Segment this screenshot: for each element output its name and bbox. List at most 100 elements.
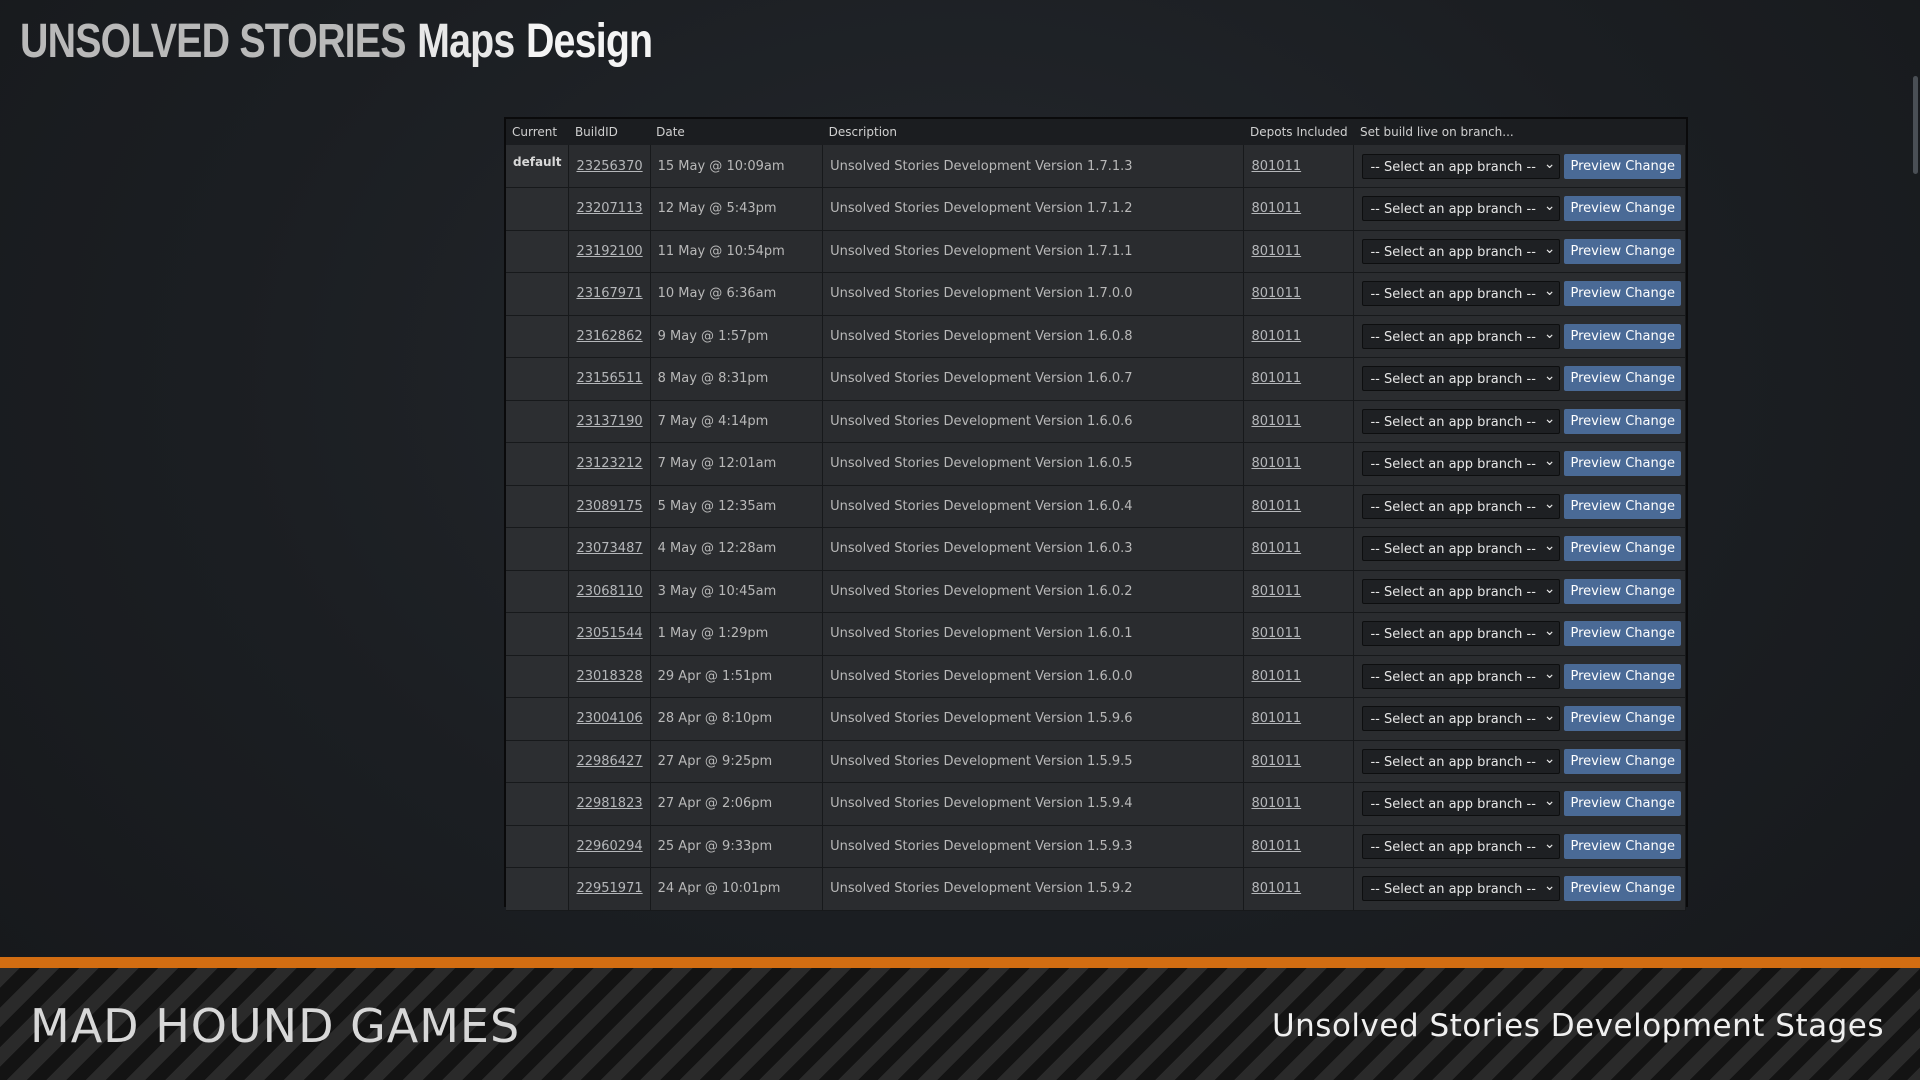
scrollbar-thumb[interactable]: [1913, 76, 1918, 174]
set-live-cell: -- Select an app branch -- ⌄ Preview Chang…: [1353, 272, 1686, 316]
branch-select[interactable]: -- Select an app branch -- ⌄: [1362, 281, 1561, 307]
chevron-down-icon: ⌄: [1543, 878, 1556, 895]
depot-cell: 801011: [1243, 740, 1355, 783]
footer-subtitle: Unsolved Stories Development Stages: [1271, 1008, 1884, 1044]
branch-select[interactable]: -- Select an app branch -- ⌄: [1362, 408, 1561, 434]
branch-select[interactable]: -- Select an app branch -- ⌄: [1362, 323, 1561, 349]
preview-change-button[interactable]: Preview Change: [1564, 408, 1681, 434]
branch-select[interactable]: -- Select an app branch -- ⌄: [1362, 578, 1561, 604]
description-cell: Unsolved Stories Development Version 1.5…: [822, 740, 1245, 783]
table-row: 22981823 27 Apr @ 2:06pm Unsolved Stories …: [506, 782, 1686, 826]
depot-cell: 801011: [1243, 527, 1355, 571]
table-row: 23207113 12 May @ 5:43pm Unsolved Stories …: [506, 187, 1686, 231]
build-id-link[interactable]: 22986427: [576, 754, 642, 769]
build-id-link[interactable]: 23073487: [576, 541, 642, 556]
preview-change-button[interactable]: Preview Change: [1564, 706, 1681, 732]
depot-link[interactable]: 801011: [1251, 669, 1301, 684]
branch-select[interactable]: -- Select an app branch -- ⌄: [1362, 791, 1561, 817]
preview-change-button[interactable]: Preview Change: [1564, 748, 1681, 774]
current-cell: [506, 867, 570, 911]
branch-select[interactable]: -- Select an app branch -- ⌄: [1362, 536, 1561, 562]
branch-select[interactable]: -- Select an app branch -- ⌄: [1362, 196, 1561, 222]
depot-link[interactable]: 801011: [1251, 584, 1301, 599]
branch-select[interactable]: -- Select an app branch -- ⌄: [1362, 748, 1561, 774]
build-id-link[interactable]: 23068110: [576, 584, 642, 599]
branch-select[interactable]: -- Select an app branch -- ⌄: [1362, 833, 1561, 859]
preview-change-button[interactable]: Preview Change: [1564, 196, 1681, 222]
preview-change-button[interactable]: Preview Change: [1564, 451, 1681, 477]
branch-select[interactable]: -- Select an app branch -- ⌄: [1362, 451, 1561, 477]
branch-select[interactable]: -- Select an app branch -- ⌄: [1362, 621, 1561, 647]
depot-link[interactable]: 801011: [1251, 881, 1301, 896]
table-row: 23137190 7 May @ 4:14pm Unsolved Stories D…: [506, 400, 1686, 443]
date-cell: 15 May @ 10:09am: [650, 145, 824, 188]
branch-select[interactable]: -- Select an app branch -- ⌄: [1362, 366, 1561, 392]
date-cell: 12 May @ 5:43pm: [650, 187, 824, 231]
depot-link[interactable]: 801011: [1251, 541, 1301, 556]
depot-link[interactable]: 801011: [1251, 286, 1301, 301]
depot-link[interactable]: 801011: [1251, 159, 1301, 174]
branch-select[interactable]: -- Select an app branch -- ⌄: [1362, 493, 1561, 519]
build-id-link[interactable]: 22981823: [576, 796, 642, 811]
depot-link[interactable]: 801011: [1251, 201, 1301, 216]
depot-link[interactable]: 801011: [1251, 329, 1301, 344]
build-id-link[interactable]: 23192100: [576, 244, 642, 259]
date-cell: 7 May @ 4:14pm: [650, 400, 824, 443]
preview-change-button[interactable]: Preview Change: [1564, 621, 1681, 647]
preview-change-button[interactable]: Preview Change: [1564, 366, 1681, 392]
depot-link[interactable]: 801011: [1251, 499, 1301, 514]
branch-select[interactable]: -- Select an app branch -- ⌄: [1362, 706, 1561, 732]
date-cell: 10 May @ 6:36am: [650, 272, 824, 316]
branch-select-value: -- Select an app branch --: [1370, 202, 1536, 218]
preview-change-button[interactable]: Preview Change: [1564, 578, 1681, 604]
build-id-link[interactable]: 23256370: [576, 159, 642, 174]
depot-link[interactable]: 801011: [1251, 626, 1301, 641]
depot-link[interactable]: 801011: [1251, 414, 1301, 429]
preview-change-button[interactable]: Preview Change: [1564, 153, 1681, 179]
branch-select[interactable]: -- Select an app branch -- ⌄: [1362, 876, 1561, 902]
preview-change-button[interactable]: Preview Change: [1564, 238, 1681, 264]
preview-change-button[interactable]: Preview Change: [1564, 536, 1681, 562]
branch-select[interactable]: -- Select an app branch -- ⌄: [1362, 153, 1561, 179]
build-id-link[interactable]: 23018328: [576, 669, 642, 684]
build-id-cell: 23073487: [568, 527, 651, 571]
preview-change-button[interactable]: Preview Change: [1564, 323, 1681, 349]
depot-link[interactable]: 801011: [1251, 839, 1301, 854]
title-maps: Maps: [417, 15, 515, 68]
build-id-link[interactable]: 22951971: [576, 881, 642, 896]
build-id-link[interactable]: 22960294: [576, 839, 642, 854]
build-id-link[interactable]: 23137190: [576, 414, 642, 429]
build-id-link[interactable]: 23004106: [576, 711, 642, 726]
depot-link[interactable]: 801011: [1251, 754, 1301, 769]
description-cell: Unsolved Stories Development Version 1.5…: [822, 825, 1245, 868]
build-id-link[interactable]: 23207113: [576, 201, 642, 216]
build-id-link[interactable]: 23123212: [576, 456, 642, 471]
preview-change-button[interactable]: Preview Change: [1564, 663, 1681, 689]
preview-change-button[interactable]: Preview Change: [1564, 876, 1681, 902]
branch-select-value: -- Select an app branch --: [1370, 669, 1536, 685]
depot-link[interactable]: 801011: [1251, 244, 1301, 259]
depot-link[interactable]: 801011: [1251, 456, 1301, 471]
preview-change-button[interactable]: Preview Change: [1564, 281, 1681, 307]
depot-link[interactable]: 801011: [1251, 711, 1301, 726]
build-id-link[interactable]: 23156511: [576, 371, 642, 386]
build-id-link[interactable]: 23051544: [576, 626, 642, 641]
preview-change-button[interactable]: Preview Change: [1564, 833, 1681, 859]
depot-link[interactable]: 801011: [1251, 371, 1301, 386]
description-cell: Unsolved Stories Development Version 1.7…: [822, 187, 1245, 231]
branch-select[interactable]: -- Select an app branch -- ⌄: [1362, 238, 1561, 264]
build-id-link[interactable]: 23162862: [576, 329, 642, 344]
build-id-link[interactable]: 23167971: [576, 286, 642, 301]
page-scrollbar[interactable]: [1912, 0, 1920, 950]
set-live-cell: -- Select an app branch -- ⌄ Preview Chang…: [1353, 825, 1686, 868]
preview-change-button[interactable]: Preview Change: [1564, 791, 1681, 817]
chevron-down-icon: ⌄: [1543, 793, 1556, 810]
depot-link[interactable]: 801011: [1251, 796, 1301, 811]
preview-change-button[interactable]: Preview Change: [1564, 493, 1681, 519]
build-id-link[interactable]: 23089175: [576, 499, 642, 514]
build-id-cell: 22951971: [568, 867, 651, 911]
description-cell: Unsolved Stories Development Version 1.6…: [822, 527, 1245, 571]
build-id-cell: 23167971: [568, 272, 651, 316]
col-depots: Depots Included: [1243, 119, 1354, 145]
branch-select[interactable]: -- Select an app branch -- ⌄: [1362, 663, 1561, 689]
